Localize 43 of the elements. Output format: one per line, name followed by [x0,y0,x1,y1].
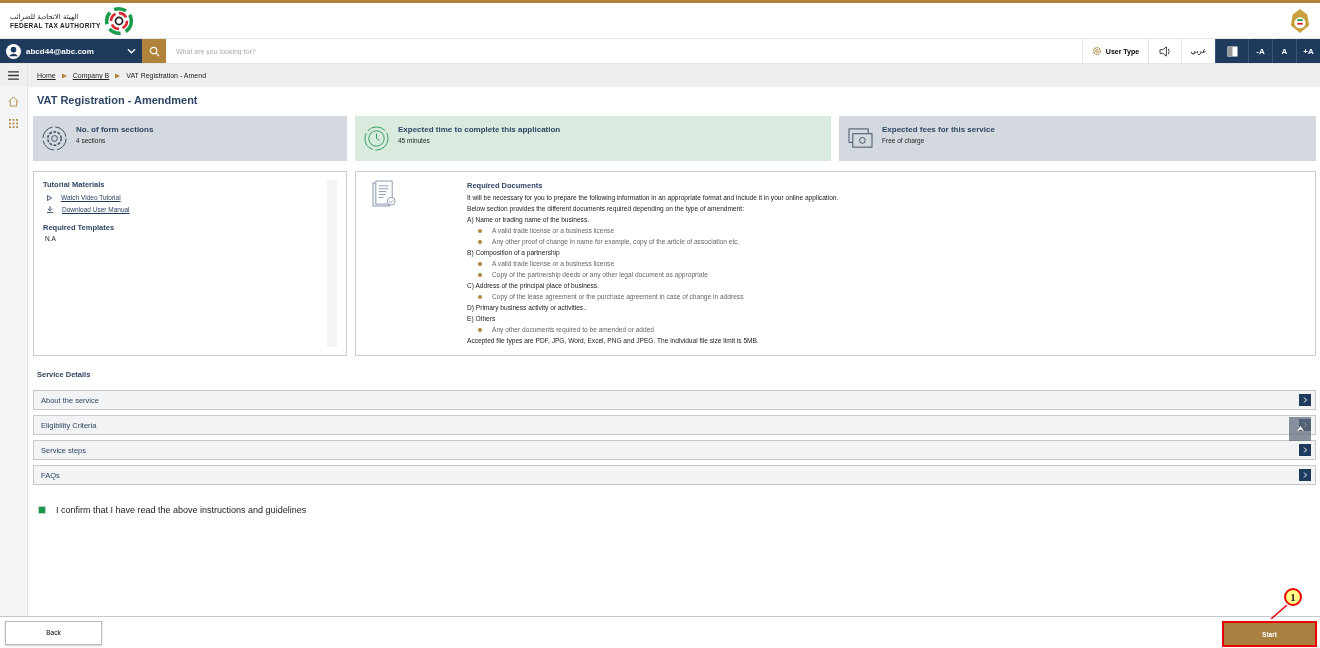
user-avatar-icon [6,43,21,59]
user-email: abcd44@abc.com [26,46,95,56]
user-menu[interactable]: abcd44@abc.com [0,39,142,63]
bullet-icon [478,327,482,332]
chevron-right-icon [1299,469,1311,481]
document-check-icon [372,180,397,209]
font-size-button[interactable]: +A [1296,39,1320,63]
scroll-top-button[interactable] [1289,417,1311,441]
download-icon [47,206,53,213]
emblem-icon [1289,6,1311,35]
home-icon[interactable] [8,96,19,107]
breadcrumb-arrow-icon [61,72,67,79]
chevron-down-icon [127,48,136,54]
play-icon [47,194,52,201]
arrow-up-icon [1295,424,1305,434]
confirm-label: I confirm that I have read the above instructions and guidelines [56,505,307,515]
chevron-right-icon [1299,444,1311,456]
bullet-icon [478,272,482,277]
leader-line [1269,605,1289,619]
callout-number: 1 [1284,588,1302,606]
contrast-button[interactable] [1215,39,1248,63]
card-title: Expected fees for this service [882,125,995,134]
search-button[interactable] [142,39,166,63]
font-size-button[interactable]: A [1272,39,1296,63]
apps-grid-icon[interactable] [9,119,18,128]
search-icon [148,45,160,57]
bullet-icon [478,228,482,233]
bullet-icon [478,261,482,266]
chevron-right-icon [1299,394,1311,406]
page-title: VAT Registration - Amendment [37,93,199,107]
confirm-checkbox[interactable] [38,506,46,514]
bullet-icon [478,294,482,299]
logo-icon [103,5,134,36]
clock-icon [363,125,390,152]
card-title: Expected time to complete this application [398,125,561,134]
bullet-icon [478,239,482,244]
breadcrumb-arrow-icon [115,72,121,79]
banknote-icon [847,127,874,150]
font-size-button[interactable]: -A [1248,39,1272,63]
speaker-icon [1158,45,1172,57]
menu-icon[interactable] [8,70,19,80]
card-title: No. of form sections [76,125,154,134]
contrast-icon [1226,45,1238,57]
